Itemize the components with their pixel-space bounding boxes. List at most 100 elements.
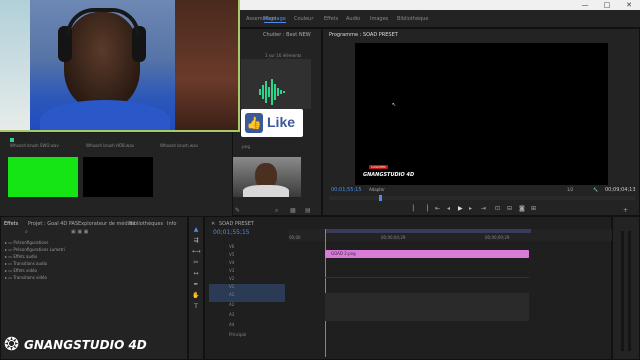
camera-icon[interactable]: ◙ <box>519 205 525 212</box>
folder-icon[interactable]: ▤ <box>305 207 311 214</box>
playhead[interactable] <box>379 195 382 201</box>
track-label[interactable]: V2 <box>209 276 285 284</box>
track-label[interactable]: A3 <box>209 312 285 322</box>
project-item-label: Whoosh brush.wav <box>160 143 198 148</box>
track-label-selected[interactable]: V1 <box>209 284 285 292</box>
track-label[interactable]: A4 <box>209 322 285 332</box>
mark-in-icon[interactable]: ▏ <box>413 205 418 212</box>
track-label[interactable]: V4 <box>209 260 285 268</box>
new-item-icon[interactable]: ▦ <box>290 207 296 214</box>
tab-libraries[interactable]: Bibliothèques <box>129 221 163 227</box>
effects-folder-label: Transitions audio <box>13 261 48 266</box>
meter-right <box>628 231 631 351</box>
hand-icon[interactable]: ✋ <box>192 292 200 300</box>
effects-folder[interactable]: ▸ ▭ Transitions audio <box>5 261 185 268</box>
timeline-ruler[interactable]: 00;00 00;00;04;29 00;00;09;29 <box>289 229 613 241</box>
tab-effects[interactable]: Effets <box>4 221 18 227</box>
audio-meters <box>612 216 640 360</box>
search-icon[interactable]: ⌕ <box>275 207 278 215</box>
timeline-timecode[interactable]: 00;01;55;15 <box>213 229 250 236</box>
program-timecode[interactable]: 00;01;55;15 <box>331 187 362 193</box>
track-select-icon[interactable]: ⇶ <box>192 237 200 245</box>
track-label[interactable]: V6 <box>209 244 285 252</box>
workspace-tab[interactable]: Images <box>370 16 388 22</box>
pen-icon[interactable]: ✎ <box>235 207 240 214</box>
cursor-icon: ↖ <box>392 102 397 108</box>
effects-folder[interactable]: ▸ ▭ Effets audio <box>5 254 185 261</box>
timeline-clip[interactable]: GOAD 2.png <box>325 250 529 258</box>
timeline-close-icon[interactable]: ✕ <box>211 221 215 227</box>
workspace-tab-active[interactable]: Montage <box>264 16 286 23</box>
track-label-selected[interactable]: A1 <box>209 292 285 302</box>
slip-icon[interactable]: ↔ <box>192 270 200 278</box>
text-tool-icon[interactable]: T <box>192 303 200 311</box>
effects-folder-label: Effets vidéo <box>13 268 37 273</box>
project-grid: Whoosh brush SWO.wav Whoosh brush HOB.wa… <box>0 133 232 216</box>
ripple-edit-icon[interactable]: ⟷ <box>192 248 201 256</box>
workspace-bar: Assemblage Montage Couleur Effets Audio … <box>240 10 640 28</box>
effects-folder[interactable]: ▸ ▭ Préconfigurations <box>5 240 185 247</box>
pen-tool-icon[interactable]: ✒ <box>192 281 200 289</box>
track-label[interactable]: A2 <box>209 302 285 312</box>
workspace-tab[interactable]: Audio <box>346 16 360 22</box>
watermark: ❂ GNANGSTUDIO 4D <box>0 330 160 360</box>
workspace-tab[interactable]: Bibliothèque <box>397 16 428 22</box>
effects-tabs: Effets Projet : Goal 4D PAS Explorateur … <box>4 221 188 229</box>
fit-select[interactable]: Adapter <box>369 187 385 192</box>
clip-name: GOAD 2.png <box>331 251 356 256</box>
add-button-icon[interactable]: + <box>623 207 628 214</box>
filter-icons[interactable]: ▣ ▣ ▣ <box>71 229 111 235</box>
effects-folder-label: Préconfigurations <box>13 240 49 245</box>
effects-folder[interactable]: ▸ ▭ Transitions vidéo <box>5 275 185 282</box>
track-label[interactable]: V5 <box>209 252 285 260</box>
search-input[interactable]: ⌕ <box>25 229 65 235</box>
project-toolbar: ✎ ⌕ ▦ ▤ <box>235 207 321 215</box>
effects-folder[interactable]: ▸ ▭ Effets vidéo <box>5 268 185 275</box>
tab-media-browser[interactable]: Explorateur de médias <box>78 221 135 227</box>
play-icon[interactable]: ▶ <box>458 205 463 212</box>
ruler-label: 00;00;09;29 <box>485 235 510 240</box>
workspace-tab[interactable]: Couleur <box>294 16 313 22</box>
effects-tree: ▸ ▭ Préconfigurations ▸ ▭ Préconfigurati… <box>5 240 185 300</box>
project-tab[interactable]: Chutier : Best NEW <box>263 32 311 38</box>
program-tab[interactable]: Programme : SOAD PRESET <box>329 32 398 38</box>
green-screen-thumbnail[interactable] <box>8 157 78 197</box>
transport-controls: ▏ ▕ ⇤ ◂ ▶ ▸ ⇥ ⊡ ⊟ ◙ ⊞ <box>413 205 563 214</box>
step-forward-icon[interactable]: ▸ <box>469 205 472 212</box>
timeline-tab[interactable]: SOAD PRESET <box>219 221 254 227</box>
effects-folder-label: Transitions vidéo <box>13 275 47 280</box>
razor-icon[interactable]: ✂ <box>192 259 200 267</box>
track-label[interactable]: V3 <box>209 268 285 276</box>
project-panel: Chutier : Best NEW 1 sur 16 éléments sél… <box>232 28 322 216</box>
effects-folder[interactable]: ▸ ▭ Préconfigurations Lumetri <box>5 247 185 254</box>
video-thumbnail[interactable] <box>233 157 301 197</box>
step-back-icon[interactable]: ◂ <box>447 205 450 212</box>
selection-tool-icon[interactable]: ▲ <box>192 226 200 234</box>
minimize-button[interactable]: — <box>578 1 592 9</box>
webcam-overlay <box>0 0 240 132</box>
button-editor-icon[interactable]: ⊞ <box>531 205 536 212</box>
work-area-bar[interactable] <box>325 229 531 233</box>
program-video: ↖ CASCHEN GNANGSTUDIO 4D <box>355 43 608 185</box>
duration-timecode: 00;09;04;13 <box>605 187 636 193</box>
extract-icon[interactable]: ⊟ <box>507 205 512 212</box>
effects-folder-label: Préconfigurations Lumetri <box>13 247 65 252</box>
mark-out-icon[interactable]: ▕ <box>423 205 428 212</box>
playhead-bar[interactable] <box>329 195 635 201</box>
wrench-icon[interactable]: 🔧 <box>593 187 598 192</box>
like-thumbnail[interactable]: 👍 Like <box>241 109 303 137</box>
scale-select[interactable]: 1/2 <box>567 187 573 192</box>
audio-thumbnail[interactable] <box>241 59 311 109</box>
lift-icon[interactable]: ⊡ <box>495 205 500 212</box>
maximize-button[interactable]: □ <box>600 1 614 9</box>
overlay-logo: GNANGSTUDIO 4D <box>363 172 415 178</box>
close-button[interactable]: ✕ <box>622 1 636 9</box>
workspace-tab[interactable]: Effets <box>324 16 338 22</box>
tab-info[interactable]: Info <box>167 221 176 227</box>
tab-project[interactable]: Projet : Goal 4D PAS <box>28 221 78 227</box>
go-to-in-icon[interactable]: ⇤ <box>435 205 440 212</box>
go-to-out-icon[interactable]: ⇥ <box>481 205 486 212</box>
effects-folder-label: Effets audio <box>13 254 38 259</box>
ruler-label: 00;00;04;29 <box>381 235 406 240</box>
black-thumbnail[interactable] <box>83 157 153 197</box>
